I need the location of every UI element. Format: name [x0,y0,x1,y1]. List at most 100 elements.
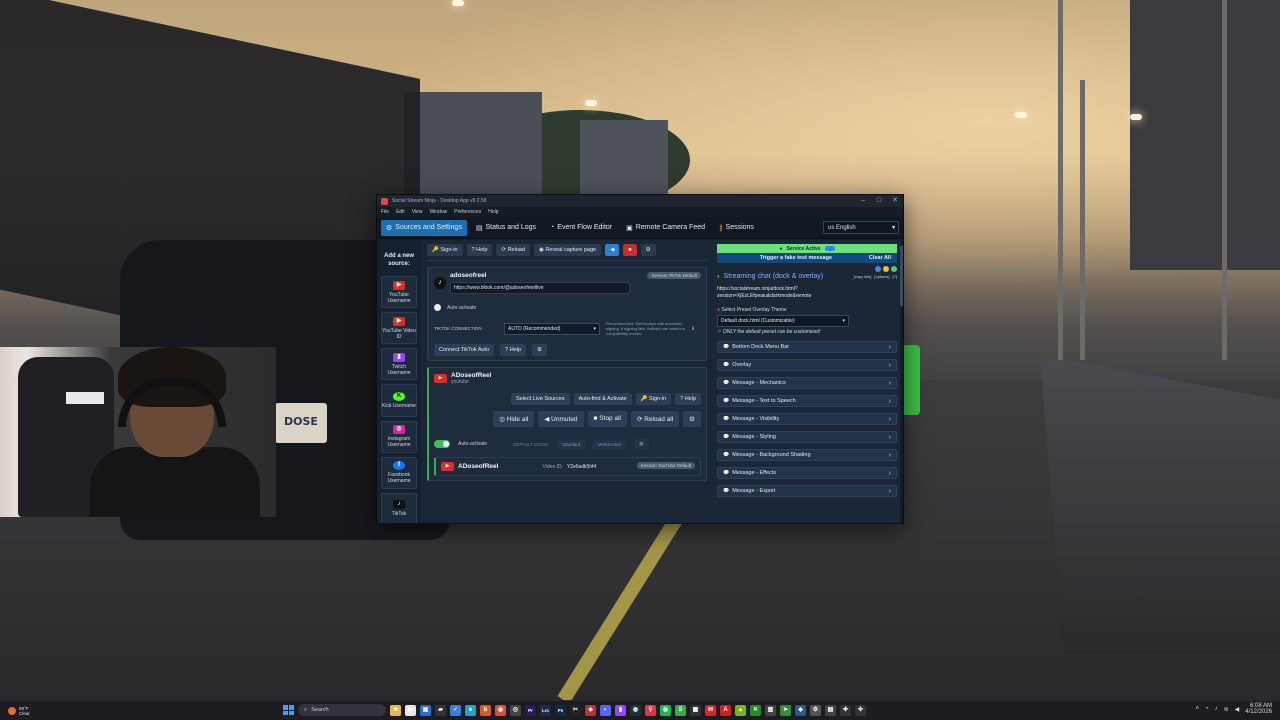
terminal-icon[interactable]: ▰ [435,704,446,716]
add-tiktok-button[interactable]: ♪ TikTok [381,492,417,523]
arrow-app-icon[interactable]: ➤ [780,704,791,716]
menu-edit[interactable]: Edit [396,209,405,215]
section-message-styling[interactable]: 💬 Message - Styling › [717,431,897,443]
section-overlay[interactable]: 💬 Overlay › [717,359,897,371]
help-button[interactable]: ? Help [675,393,701,405]
section-message-effects[interactable]: 💬 Message - Effects › [717,467,897,479]
hide-all-button[interactable]: ◎ Hide all [493,411,535,427]
taskbar-search[interactable]: ⌕ Search [298,704,386,716]
scrollbar[interactable] [900,240,903,523]
xbox-icon[interactable]: ✕ [750,704,761,716]
auto-activate-radio[interactable] [434,304,441,311]
close-icon[interactable]: ✕ [887,195,903,207]
mode-extra[interactable]: ▦ [634,439,649,449]
obs-icon[interactable]: ◎ [510,704,521,716]
language-select[interactable]: us English ▾ [823,221,899,234]
tab-sources-settings[interactable]: ⚙ Sources and Settings [381,219,467,236]
section-message-export[interactable]: 💬 Message - Export › [717,485,897,497]
nvidia-icon[interactable]: ▲ [735,704,746,716]
tiktok-url-field[interactable]: https://www.tiktok.com/@adoseofreellive [450,282,630,294]
auto-activate-toggle[interactable] [434,440,450,448]
copy-link-button[interactable]: [copy link] [854,274,872,279]
dock-url[interactable]: https://socialstream.ninja/dock.html?ses… [717,286,885,299]
connection-select[interactable]: AUTO (Recommended) ▾ [504,322,600,335]
menu-help[interactable]: Help [488,209,498,215]
auto-find-button[interactable]: Auto-find & Activate [573,393,632,405]
reload-all-button[interactable]: ⟳ Reload all [630,411,680,427]
add-instagram-button[interactable]: ◎ Instagram Username [381,420,417,453]
menu-view[interactable]: View [412,209,423,215]
todo-icon[interactable]: ✓ [450,704,461,716]
section-message-mechanics[interactable]: 💬 Message - Mechanics › [717,377,897,389]
mode-websocket[interactable]: WebSocket [593,439,627,449]
clock[interactable]: 6:08 AM 4/12/2026 [1245,703,1272,715]
vs-icon[interactable]: ◆ [795,704,806,716]
brave-icon[interactable]: b [480,704,491,716]
app2-icon[interactable]: ▤ [825,704,836,716]
tab-sessions[interactable]: ∥ Sessions [714,220,759,236]
tab-event-flow[interactable]: ◔ Event Flow Editor [545,220,617,235]
grid-icon[interactable]: ▦ [690,704,701,716]
service-toggle[interactable] [824,246,835,251]
chrome-icon[interactable]: ◉ [495,704,506,716]
photoshop-icon[interactable]: Ps [555,704,566,716]
minimize-icon[interactable]: – [855,195,871,207]
menu-preferences[interactable]: Preferences [454,209,481,215]
mode-standard[interactable]: Standard [557,439,586,449]
spotify-icon[interactable]: ◉ [660,704,671,716]
section-message-visibility[interactable]: 💬 Message - Visibility › [717,413,897,425]
weather-widget[interactable]: 59°F Clear [0,706,140,716]
volume-icon[interactable]: ◀ [1235,706,1240,713]
tab-remote-camera[interactable]: ▣ Remote Camera Feed [621,220,710,236]
windows-tool-icon[interactable]: ▥ [765,704,776,716]
ssn-icon[interactable]: ◈ [585,704,596,716]
tab-status-logs[interactable]: ▤ Status and Logs [471,220,541,236]
menu-file[interactable]: File [381,209,389,215]
connect-tiktok-button[interactable]: Connect TikTok Auto [434,344,495,356]
chevron-up-icon[interactable]: ˄ [1196,706,1200,712]
stop-all-button[interactable]: ■ Stop all [587,411,627,427]
add-youtube-videoid-button[interactable]: ▶ YouTube Video ID [381,312,417,345]
steam-icon[interactable]: ◍ [630,704,641,716]
mute-button[interactable]: ◀ [605,244,620,256]
settings-button[interactable]: ⚙ [683,411,701,427]
options-button[interactable]: [options] [874,274,889,279]
store-icon[interactable]: ▣ [420,704,431,716]
acrobat-icon[interactable]: A [720,704,731,716]
select-live-sources-button[interactable]: Select Live Sources [510,393,570,405]
lightroom-icon[interactable]: Lrc [540,704,551,716]
service-active-bar[interactable]: ● Service Active [717,244,897,253]
edge-icon[interactable]: e [465,704,476,716]
twitch-app-icon[interactable]: ▮ [615,704,626,716]
files-icon[interactable]: ■ [390,704,401,716]
add-kick-button[interactable]: K Kick Username [381,384,417,417]
tool-icon[interactable]: ✜ [855,704,866,716]
capcut-icon[interactable]: ✂ [570,704,581,716]
add-facebook-button[interactable]: f Facebook Username [381,456,417,489]
mail-icon[interactable]: ✉ [705,704,716,716]
reload-button[interactable]: ⟳ Reload [496,244,530,256]
stop-button[interactable]: ■ [623,244,637,256]
settings-button[interactable]: ⚙ [532,344,547,356]
notes-icon[interactable]: S [675,704,686,716]
preset-select[interactable]: Default dock.html (Customizable) ▾ [717,315,849,327]
help-link[interactable]: [?] [893,274,897,279]
settings-button[interactable]: ⚙ [640,244,656,256]
discord-icon[interactable]: ◐ [600,704,611,716]
help-button[interactable]: ? Help [466,244,493,256]
start-button[interactable] [282,704,294,716]
maps-icon[interactable]: ⚲ [645,704,656,716]
add-youtube-username-button[interactable]: ▶ YouTube Username [381,276,417,309]
reveal-capture-button[interactable]: ◉ Reveal capture page [534,244,602,256]
section-message-background[interactable]: 💬 Message - Background Shading › [717,449,897,461]
section-message-tts[interactable]: 💬 Message - Text to Speech › [717,395,897,407]
network-icon[interactable]: ◔ [1205,706,1209,712]
plus-icon[interactable]: ✚ [840,704,851,716]
info-icon[interactable]: ℹ [692,326,694,332]
settings-app-icon[interactable]: ⚙ [810,704,821,716]
menu-window[interactable]: Window [429,209,447,215]
wifi-icon[interactable]: ≋ [1224,706,1229,713]
session-pill[interactable]: Session YouTube Default [636,462,695,469]
section-bottom-dock-menu[interactable]: 💬 Bottom Dock Menu Bar › [717,341,897,353]
mic-icon[interactable]: ♪ [1215,706,1218,712]
